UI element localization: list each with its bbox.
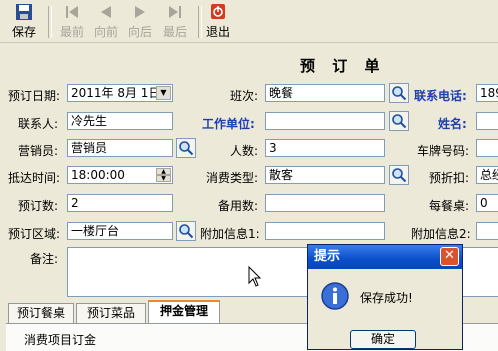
spin-up-icon[interactable]: ▲ <box>156 168 171 175</box>
extra2-label: 附加信息2: <box>411 227 471 241</box>
exit-icon <box>211 4 225 19</box>
dialog-message: 保存成功! <box>360 291 413 305</box>
last-button[interactable]: 最后 <box>155 3 195 40</box>
magnifier-icon <box>179 141 194 156</box>
spare-label: 备用数: <box>218 199 259 213</box>
form-title: 预 订 单 <box>300 57 386 75</box>
work-unit-field[interactable] <box>265 112 385 130</box>
work-unit-search-button[interactable] <box>389 111 409 131</box>
shift-search-button[interactable] <box>389 83 409 103</box>
people-label: 人数: <box>230 144 259 158</box>
area-search-button[interactable] <box>176 221 196 241</box>
last-label: 最后 <box>162 25 187 39</box>
message-dialog: 提示 ✕ 保存成功! 确定 <box>307 244 463 350</box>
remark-label: 备注: <box>30 252 59 266</box>
section-label: 消费项目订金 <box>24 333 97 347</box>
arrival-time-field[interactable]: 18:00:00 ▲ ▼ <box>67 166 173 184</box>
work-unit-label: 工作单位: <box>202 117 255 131</box>
dropdown-arrow-icon[interactable]: ▼ <box>156 86 171 100</box>
booking-date-picker[interactable]: 2011年 8月 1日 ▼ <box>67 84 173 102</box>
phone-label: 联系电话: <box>414 89 467 103</box>
prev-record-icon <box>101 6 111 18</box>
name-field[interactable] <box>476 112 498 130</box>
salesperson-search-button[interactable] <box>176 138 196 158</box>
prediscount-label: 预折扣: <box>429 171 470 185</box>
dialog-titlebar: 提示 ✕ <box>308 245 462 269</box>
magnifier-icon <box>392 86 407 101</box>
extra1-field[interactable] <box>265 222 385 240</box>
prediscount-field[interactable]: 总经 <box>476 166 498 184</box>
name-label: 姓名: <box>438 117 467 131</box>
extra2-field[interactable] <box>476 222 498 240</box>
per-table-field[interactable]: 0 <box>476 194 498 212</box>
per-table-label: 每餐桌: <box>429 199 470 213</box>
info-icon <box>321 282 349 310</box>
tab-booking-tables[interactable]: 预订餐桌 <box>8 303 74 323</box>
spin-down-icon[interactable]: ▼ <box>156 175 171 182</box>
phone-field[interactable]: 189 <box>476 84 498 102</box>
dialog-title: 提示 <box>314 249 341 264</box>
save-button[interactable]: 保存 <box>4 3 44 40</box>
tab-deposit-management[interactable]: 押金管理 <box>148 300 220 324</box>
booking-date-label: 预订日期: <box>8 89 61 103</box>
next-record-icon <box>135 6 145 18</box>
tables-label: 预订数: <box>18 199 59 213</box>
last-record-icon <box>169 6 181 18</box>
salesperson-label: 营销员: <box>18 144 59 158</box>
extra1-label: 附加信息1: <box>200 227 260 241</box>
booking-date-value: 2011年 8月 1日 <box>71 86 161 100</box>
consume-type-label: 消费类型: <box>206 171 259 185</box>
exit-label: 退出 <box>205 25 230 39</box>
spare-field[interactable] <box>265 194 385 212</box>
arrival-time-value: 18:00:00 <box>71 168 125 182</box>
arrival-label: 抵达时间: <box>8 171 61 185</box>
consume-type-search-button[interactable] <box>389 165 409 185</box>
tab-booking-dishes[interactable]: 预订菜品 <box>76 303 146 323</box>
toolbar: 保存 最前 向前 向后 最后 退出 <box>0 0 498 43</box>
salesperson-field[interactable]: 营销员 <box>67 139 173 157</box>
magnifier-icon <box>179 224 194 239</box>
tables-field[interactable]: 2 <box>67 194 173 212</box>
next-button[interactable]: 向后 <box>120 3 160 40</box>
save-label: 保存 <box>11 25 36 39</box>
save-icon <box>16 4 32 20</box>
ok-button[interactable]: 确定 <box>350 330 416 349</box>
magnifier-icon <box>392 168 407 183</box>
shift-label: 班次: <box>230 89 259 103</box>
next-label: 向后 <box>127 25 152 39</box>
mouse-cursor-icon <box>248 266 262 287</box>
close-icon[interactable]: ✕ <box>440 247 459 266</box>
consume-type-field[interactable]: 散客 <box>265 166 385 184</box>
people-field[interactable]: 3 <box>265 139 385 157</box>
area-field[interactable]: 一楼厅台 <box>67 222 173 240</box>
contact-field[interactable]: 冷先生 <box>67 112 173 130</box>
area-label: 预订区域: <box>8 227 61 241</box>
plate-label: 车牌号码: <box>417 144 470 158</box>
magnifier-icon <box>392 114 407 129</box>
contact-label: 联系人: <box>18 117 59 131</box>
exit-button[interactable]: 退出 <box>198 3 238 40</box>
first-record-icon <box>66 6 78 18</box>
shift-field[interactable]: 晚餐 <box>265 84 385 102</box>
plate-field[interactable] <box>476 139 498 157</box>
